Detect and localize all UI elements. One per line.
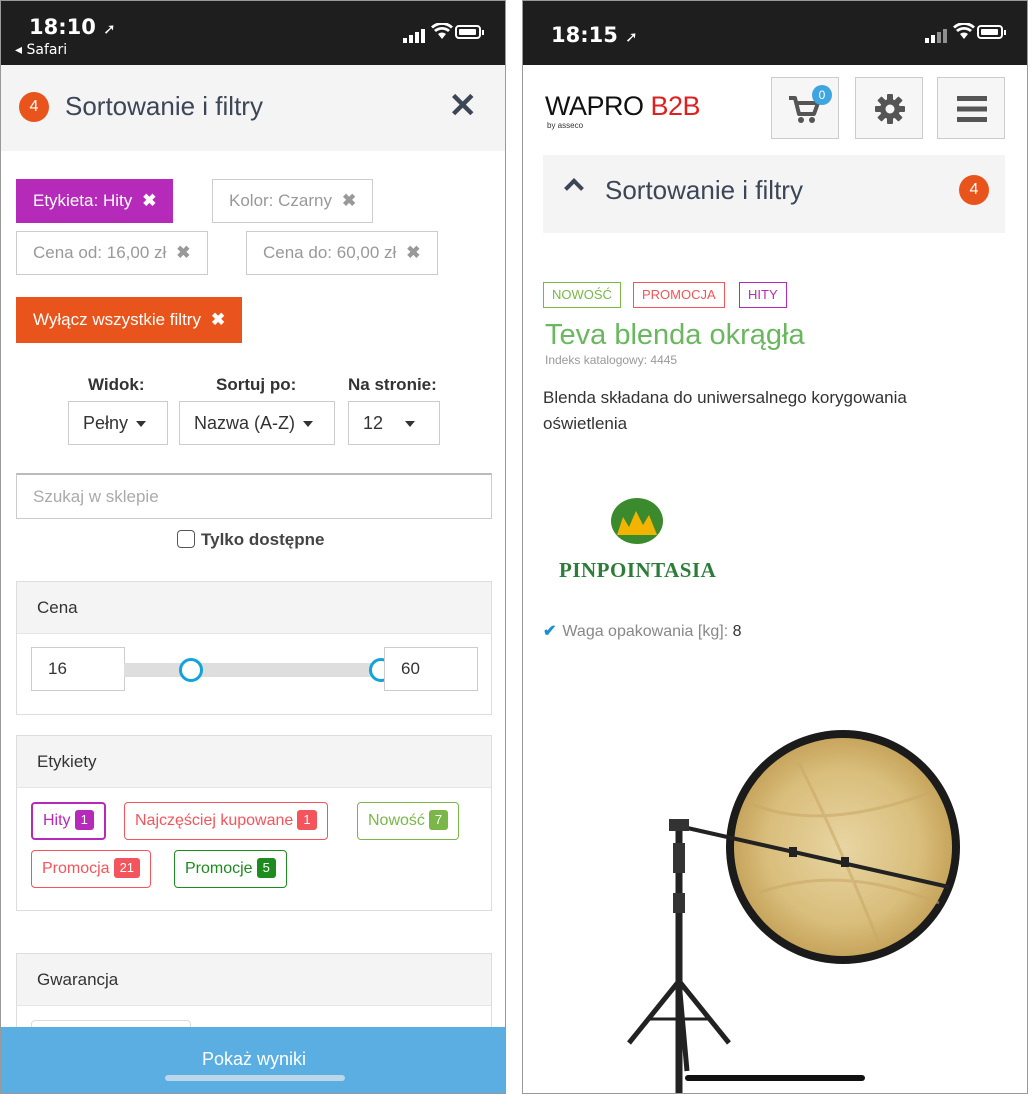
product-weight: ✔ Waga opakowania [kg]: 8 [543, 623, 742, 640]
product-description: Blenda składana do uniwersalnego korygow… [543, 388, 907, 433]
label-tag-promocja[interactable]: Promocja 21 [31, 850, 152, 888]
wifi-icon [953, 23, 975, 39]
search-input[interactable]: Szukaj w sklepie [16, 473, 492, 519]
price-panel-title: Cena [17, 582, 491, 634]
view-select[interactable]: Pełny [68, 401, 168, 445]
tag-count: 1 [297, 810, 317, 830]
home-indicator[interactable] [685, 1075, 865, 1081]
per-page-label: Na stronie: [348, 375, 437, 394]
status-icons [395, 23, 485, 43]
active-filter-label[interactable]: Etykieta: Hity ✖ [16, 179, 174, 223]
view-label: Widok: [88, 375, 145, 394]
active-filter-color[interactable]: Kolor: Czarny ✖ [212, 179, 374, 223]
status-bar: 18:15 ➚ [523, 1, 1027, 65]
price-slider-min-handle[interactable] [179, 658, 203, 682]
caret-down-icon [136, 421, 147, 428]
pinpoint-leaf-icon [611, 498, 663, 544]
filters-header: 4 Sortowanie i filtry ✕ [1, 65, 505, 151]
close-icon[interactable]: ✕ [449, 89, 478, 123]
product-tag-nowosc: NOWOŚĆ [543, 282, 621, 308]
only-available-checkbox[interactable]: Tylko dostępne [177, 530, 324, 550]
status-time: 18:15 ➚ [551, 23, 638, 47]
gear-icon [875, 94, 905, 124]
active-filter-price-to[interactable]: Cena do: 60,00 zł ✖ [246, 231, 438, 275]
price-max-input[interactable]: 60 [384, 647, 478, 691]
product-tag-hity: HITY [739, 282, 787, 308]
battery-icon [977, 25, 1006, 39]
remove-filter-icon[interactable]: ✖ [142, 191, 156, 210]
brand-logo[interactable]: WAPRO B2B [545, 91, 701, 122]
wifi-icon [431, 23, 453, 39]
product-title[interactable]: Teva blenda okrągła [545, 319, 805, 352]
brand-logo-sub: by asseco [547, 121, 584, 130]
tag-count: 21 [113, 858, 141, 878]
status-icons [917, 23, 1007, 43]
price-slider-track[interactable] [124, 663, 384, 677]
check-icon: ✔ [543, 623, 557, 640]
cart-button[interactable]: 0 [771, 77, 839, 139]
price-min-input[interactable]: 16 [31, 647, 125, 691]
page-title: Sortowanie i filtry [65, 91, 263, 121]
remove-filter-icon[interactable]: ✖ [342, 191, 356, 210]
active-filter-price-from[interactable]: Cena od: 16,00 zł ✖ [16, 231, 208, 275]
label-tag-promocje[interactable]: Promocje 5 [174, 850, 287, 888]
cart-count-badge: 0 [812, 85, 832, 105]
tag-count: 5 [256, 858, 276, 878]
guarantee-panel-title: Gwarancja [17, 954, 491, 1006]
show-results-button[interactable]: Pokaż wyniki [1, 1027, 505, 1093]
remove-filter-icon[interactable]: ✖ [176, 243, 190, 262]
product-image[interactable] [619, 723, 989, 1094]
checkbox-icon[interactable] [177, 530, 195, 548]
product-screen: 18:15 ➚ WAPRO B2B by asseco 0 Sortowanie… [522, 0, 1028, 1094]
sort-select[interactable]: Nazwa (A-Z) [179, 401, 335, 445]
settings-button[interactable] [855, 77, 923, 139]
label-tag-hity[interactable]: Hity 1 [31, 802, 106, 840]
product-tag-promocja: PROMOCJA [633, 282, 725, 308]
product-index: Indeks katalogowy: 4445 [545, 353, 678, 367]
hamburger-icon [957, 96, 987, 122]
tag-count: 1 [74, 810, 94, 830]
sort-filters-toggle[interactable]: Sortowanie i filtry 4 [543, 155, 1005, 233]
label-tag-nowosc[interactable]: Nowość 7 [357, 802, 460, 840]
sort-label: Sortuj po: [216, 375, 297, 394]
battery-icon [455, 25, 484, 39]
brand-name: PINPOINTASIA [559, 558, 717, 582]
labels-panel-title: Etykiety [17, 736, 491, 788]
home-indicator[interactable] [165, 1075, 345, 1081]
status-time: 18:10 ➚ [29, 15, 116, 39]
remove-filter-icon[interactable]: ✖ [406, 243, 420, 262]
per-page-select[interactable]: 12 [348, 401, 440, 445]
caret-down-icon [405, 421, 416, 428]
menu-button[interactable] [937, 77, 1005, 139]
tag-count: 7 [428, 810, 449, 830]
chevron-up-icon [564, 178, 584, 198]
caret-down-icon [303, 421, 314, 428]
label-tag-najczesciej-kupowane[interactable]: Najczęściej kupowane 1 [124, 802, 328, 840]
status-bar: 18:10 ➚ ◂ Safari [1, 1, 505, 65]
clear-all-filters-button[interactable]: Wyłącz wszystkie filtry ✖ [16, 297, 243, 343]
sort-filters-title: Sortowanie i filtry [605, 175, 803, 205]
back-to-safari[interactable]: ◂ Safari [15, 42, 67, 58]
filters-screen: 18:10 ➚ ◂ Safari 4 Sortowanie i filtry ✕… [0, 0, 506, 1094]
filter-count-badge: 4 [19, 92, 49, 122]
filter-count-badge: 4 [959, 175, 989, 205]
clear-all-icon: ✖ [210, 310, 226, 329]
